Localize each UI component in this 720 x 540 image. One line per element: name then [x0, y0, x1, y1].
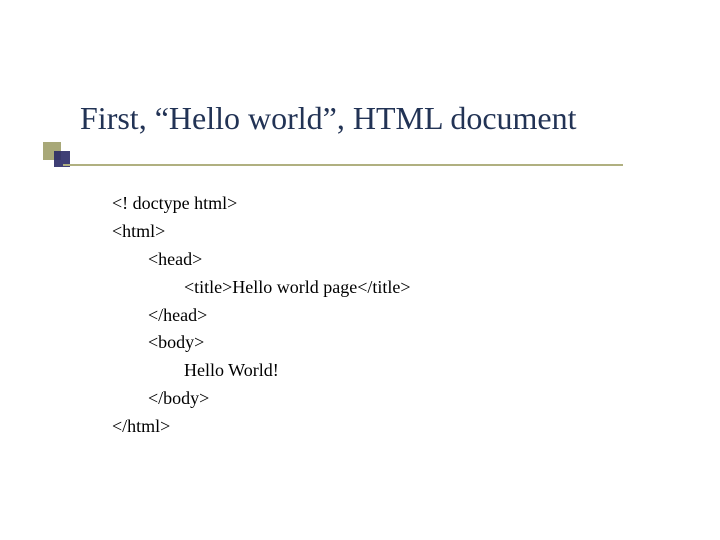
accent-square-olive [43, 142, 61, 160]
title-accent [43, 142, 77, 166]
code-line: <! doctype html> [112, 190, 411, 218]
code-line: <html> [112, 218, 411, 246]
code-line: </body> [112, 385, 411, 413]
code-line: <body> [112, 329, 411, 357]
code-line: </html> [112, 413, 411, 441]
code-line: Hello World! [112, 357, 411, 385]
accent-square-navy [54, 151, 70, 167]
code-block: <! doctype html> <html> <head> <title>He… [112, 190, 411, 441]
slide: First, “Hello world”, HTML document <! d… [0, 0, 720, 540]
title-underline [63, 164, 623, 166]
code-line: <head> [112, 246, 411, 274]
title-wrap: First, “Hello world”, HTML document [80, 100, 680, 147]
slide-title: First, “Hello world”, HTML document [80, 100, 680, 137]
code-line: </head> [112, 302, 411, 330]
code-line: <title>Hello world page</title> [112, 274, 411, 302]
